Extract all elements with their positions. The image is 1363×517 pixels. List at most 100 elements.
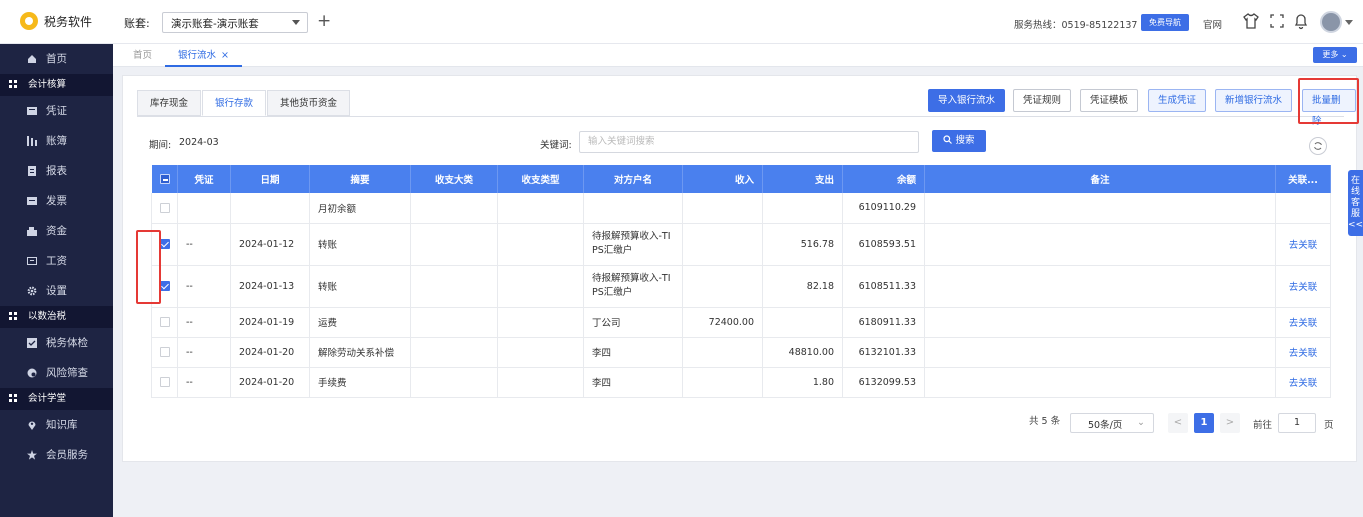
table-row[interactable]: -- 2024-01-20 解除劳动关系补偿 李四 48810.00 61321…	[151, 337, 1331, 368]
generate-voucher-button[interactable]: 生成凭证	[1148, 89, 1207, 112]
period-value[interactable]: 2024-03	[179, 137, 219, 148]
more-button[interactable]: 更多 ⌄	[1313, 47, 1357, 63]
sidebar-item-member[interactable]: 会员服务	[0, 440, 113, 470]
sidebar-item-risk[interactable]: 风险筛查	[0, 358, 113, 388]
link-voucher-link[interactable]: 去关联	[1289, 282, 1318, 293]
select-all-cell[interactable]	[151, 165, 178, 193]
refresh-icon[interactable]	[1309, 137, 1327, 155]
sidebar-item-settings[interactable]: 设置	[0, 276, 113, 306]
column-header[interactable]: 凭证	[177, 165, 231, 193]
prev-page-button[interactable]: <	[1168, 413, 1188, 433]
income-cell: 72400.00	[682, 307, 763, 338]
link-cell: 去关联	[1275, 307, 1331, 338]
table-row[interactable]: -- 2024-01-13 转账 待报解预算收入-TIPS汇缴户 82.18 6…	[151, 265, 1331, 308]
sidebar-item-tax-check[interactable]: 税务体检	[0, 328, 113, 358]
sidebar-item-invoice[interactable]: 发票	[0, 186, 113, 216]
table-row[interactable]: -- 2024-01-20 手续费 李四 1.80 6132099.53 去关联	[151, 367, 1331, 398]
sidebar-item-knowledge[interactable]: 知识库	[0, 410, 113, 440]
voucher-rule-button[interactable]: 凭证规则	[1013, 89, 1072, 112]
row-checkbox[interactable]	[160, 347, 170, 357]
column-header[interactable]: 收支大类	[410, 165, 498, 193]
link-voucher-link[interactable]: 去关联	[1289, 240, 1318, 251]
column-header[interactable]: 备注	[924, 165, 1276, 193]
sidebar-item-fund[interactable]: 资金	[0, 216, 113, 246]
note-cell	[924, 367, 1276, 398]
column-header[interactable]: 余额	[842, 165, 925, 193]
sidebar-item-report[interactable]: 报表	[0, 156, 113, 186]
online-service-float[interactable]: 在线客服<<	[1348, 170, 1363, 236]
select-all-checkbox[interactable]	[159, 174, 170, 184]
balance-cell: 6108511.33	[842, 265, 925, 308]
column-header[interactable]: 摘要	[309, 165, 411, 193]
voucher-cell	[177, 193, 231, 224]
free-guide-button[interactable]: 免费导航	[1141, 14, 1189, 31]
page-tab-bank-flow[interactable]: 银行流水 ×	[165, 44, 242, 67]
page-1-button[interactable]: 1	[1194, 413, 1214, 433]
link-voucher-link[interactable]: 去关联	[1289, 318, 1318, 329]
date-cell	[230, 193, 310, 224]
tab-bank-deposit[interactable]: 银行存款	[202, 90, 267, 116]
page-size-select[interactable]: 50条/页 ⌄	[1070, 413, 1154, 433]
row-select-cell[interactable]	[151, 193, 178, 224]
user-avatar[interactable]	[1320, 11, 1342, 33]
sidebar-item-label: 会员服务	[46, 449, 88, 461]
close-icon[interactable]: ×	[221, 50, 229, 61]
tab-other-funds[interactable]: 其他货币资金	[267, 90, 351, 116]
add-bank-flow-button[interactable]: 新增银行流水	[1215, 89, 1293, 112]
bank-flow-table: 凭证 日期 摘要 收支大类 收支类型 对方户名 收入 支出 余额 备注 关联..…	[151, 165, 1331, 398]
link-voucher-link[interactable]: 去关联	[1289, 378, 1318, 389]
import-bank-flow-button[interactable]: 导入银行流水	[928, 89, 1006, 112]
column-header[interactable]: 收入	[682, 165, 763, 193]
table-row[interactable]: -- 2024-01-12 转账 待报解预算收入-TIPS汇缴户 516.78 …	[151, 223, 1331, 266]
column-header[interactable]: 关联...	[1275, 165, 1331, 193]
sidebar-group-tax[interactable]: 以数治税	[0, 306, 113, 328]
homepage-link[interactable]: 官网	[1203, 17, 1222, 31]
row-select-cell[interactable]	[151, 307, 178, 338]
row-select-cell[interactable]	[151, 337, 178, 368]
app-name: 税务软件	[44, 14, 93, 29]
column-header[interactable]: 对方户名	[583, 165, 683, 193]
income-cell	[682, 337, 763, 368]
goto-label: 前往	[1253, 420, 1273, 431]
income-cell	[682, 223, 763, 266]
sidebar-item-voucher[interactable]: 凭证	[0, 96, 113, 126]
row-checkbox[interactable]	[160, 281, 170, 291]
next-page-button[interactable]: >	[1220, 413, 1240, 433]
column-header[interactable]: 收支类型	[497, 165, 584, 193]
keyword-search-input[interactable]: 输入关键词搜索	[579, 131, 919, 153]
search-button[interactable]: 搜索	[932, 130, 986, 152]
income-cell	[682, 265, 763, 308]
table-row[interactable]: 月初余额 6109110.29	[151, 193, 1331, 224]
account-select[interactable]: 演示账套-演示账套	[162, 12, 308, 33]
search-icon	[943, 135, 953, 144]
sidebar-group-academy[interactable]: 会计学堂	[0, 388, 113, 410]
sidebar-item-salary[interactable]: 工资	[0, 246, 113, 276]
page-size-value: 50条/页	[1088, 420, 1123, 431]
sidebar-group-accounting[interactable]: 会计核算	[0, 74, 113, 96]
sidebar-item-home[interactable]: 首页	[0, 44, 113, 74]
voucher-template-button[interactable]: 凭证模板	[1080, 89, 1139, 112]
logo-icon	[20, 12, 38, 30]
row-checkbox[interactable]	[160, 377, 170, 387]
tab-cash[interactable]: 库存现金	[137, 90, 202, 116]
link-voucher-link[interactable]: 去关联	[1289, 348, 1318, 359]
page-tab-home[interactable]: 首页	[133, 44, 152, 67]
add-account-icon[interactable]: +	[317, 11, 331, 31]
bell-icon[interactable]	[1293, 12, 1309, 30]
column-header[interactable]: 日期	[230, 165, 310, 193]
app-logo[interactable]: 税务软件	[20, 12, 92, 30]
row-checkbox[interactable]	[160, 239, 170, 249]
chevron-down-icon	[292, 20, 300, 25]
voucher-cell: --	[177, 265, 231, 308]
row-checkbox[interactable]	[160, 202, 170, 213]
row-checkbox[interactable]	[160, 317, 170, 327]
chevron-down-icon[interactable]	[1345, 20, 1353, 25]
column-header[interactable]: 支出	[762, 165, 843, 193]
salary-icon	[27, 257, 37, 265]
fullscreen-icon[interactable]	[1269, 12, 1285, 30]
goto-page-input[interactable]: 1	[1278, 413, 1316, 433]
shirt-icon[interactable]	[1243, 12, 1259, 30]
table-row[interactable]: -- 2024-01-19 运费 丁公司 72400.00 6180911.33…	[151, 307, 1331, 338]
row-select-cell[interactable]	[151, 367, 178, 398]
sidebar-item-ledger[interactable]: 账簿	[0, 126, 113, 156]
